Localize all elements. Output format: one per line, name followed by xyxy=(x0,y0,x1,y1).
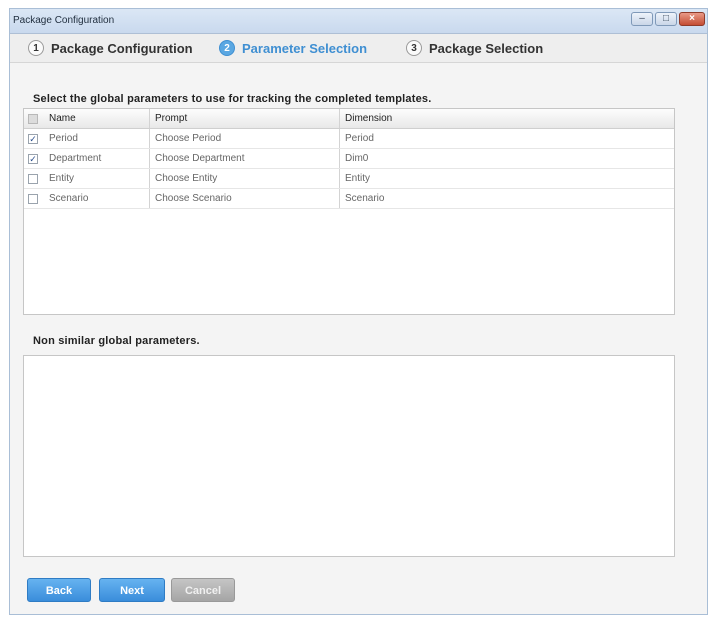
row-prompt: Choose Period xyxy=(149,129,339,148)
maximize-icon: □ xyxy=(662,13,670,24)
row-dimension: Period xyxy=(339,129,674,148)
next-button[interactable]: Next xyxy=(99,578,165,602)
column-header-dimension[interactable]: Dimension xyxy=(339,109,674,128)
table-header: Name Prompt Dimension xyxy=(24,109,674,129)
column-header-prompt[interactable]: Prompt xyxy=(149,109,339,128)
step-number-2: 2 xyxy=(219,40,235,56)
non-similar-parameters-list[interactable] xyxy=(23,355,675,557)
maximize-button[interactable]: □ xyxy=(655,12,677,26)
window-controls: – □ × xyxy=(631,12,705,26)
row-dimension: Dim0 xyxy=(339,149,674,168)
step-label: Parameter Selection xyxy=(242,40,368,56)
step-package-selection[interactable]: 3 Package Selection xyxy=(406,40,543,56)
row-checkbox[interactable]: ✓ xyxy=(28,133,38,144)
row-checkbox-cell xyxy=(24,189,44,208)
table-row[interactable]: Entity Choose Entity Entity xyxy=(24,169,674,189)
select-all-checkbox[interactable] xyxy=(28,113,38,124)
row-prompt: Choose Scenario xyxy=(149,189,339,208)
row-dimension: Entity xyxy=(339,169,674,188)
close-button[interactable]: × xyxy=(679,12,705,26)
row-checkbox-cell: ✓ xyxy=(24,129,44,148)
back-button[interactable]: Back xyxy=(27,578,91,602)
row-name: Entity xyxy=(49,173,75,184)
non-similar-params-label: Non similar global parameters. xyxy=(33,335,200,347)
row-dimension: Scenario xyxy=(339,189,674,208)
column-header-name[interactable]: Name xyxy=(44,109,149,128)
row-checkbox[interactable] xyxy=(28,193,38,204)
table-row[interactable]: Scenario Choose Scenario Scenario xyxy=(24,189,674,209)
row-name: Scenario xyxy=(49,193,89,204)
title-bar[interactable]: Package Configuration – □ × xyxy=(10,9,707,34)
row-name: Period xyxy=(49,133,78,144)
table-row[interactable]: ✓ Period Choose Period Period xyxy=(24,129,674,149)
step-package-configuration[interactable]: 1 Package Configuration xyxy=(28,40,193,56)
step-number-1: 1 xyxy=(28,40,44,56)
table-row[interactable]: ✓ Department Choose Department Dim0 xyxy=(24,149,674,169)
close-icon: × xyxy=(689,13,695,24)
minimize-button[interactable]: – xyxy=(631,12,653,26)
row-checkbox-cell xyxy=(24,169,44,188)
step-label: Package Selection xyxy=(429,40,544,56)
global-params-label: Select the global parameters to use for … xyxy=(33,93,432,105)
row-checkbox[interactable] xyxy=(28,173,38,184)
row-checkbox[interactable]: ✓ xyxy=(28,153,38,164)
step-parameter-selection[interactable]: 2 Parameter Selection xyxy=(219,40,367,56)
global-parameters-table: Name Prompt Dimension ✓ Period Choose Pe… xyxy=(23,108,675,315)
step-label: Package Configuration xyxy=(51,40,193,56)
window-title: Package Configuration xyxy=(13,15,115,26)
row-name: Department xyxy=(49,153,102,164)
select-all-cell xyxy=(24,109,44,128)
row-prompt: Choose Department xyxy=(149,149,339,168)
row-checkbox-cell: ✓ xyxy=(24,149,44,168)
wizard-steps: 1 Package Configuration 2 Parameter Sele… xyxy=(10,34,707,63)
row-prompt: Choose Entity xyxy=(149,169,339,188)
step-number-3: 3 xyxy=(406,40,422,56)
minimize-icon: – xyxy=(639,13,645,24)
cancel-button[interactable]: Cancel xyxy=(171,578,235,602)
